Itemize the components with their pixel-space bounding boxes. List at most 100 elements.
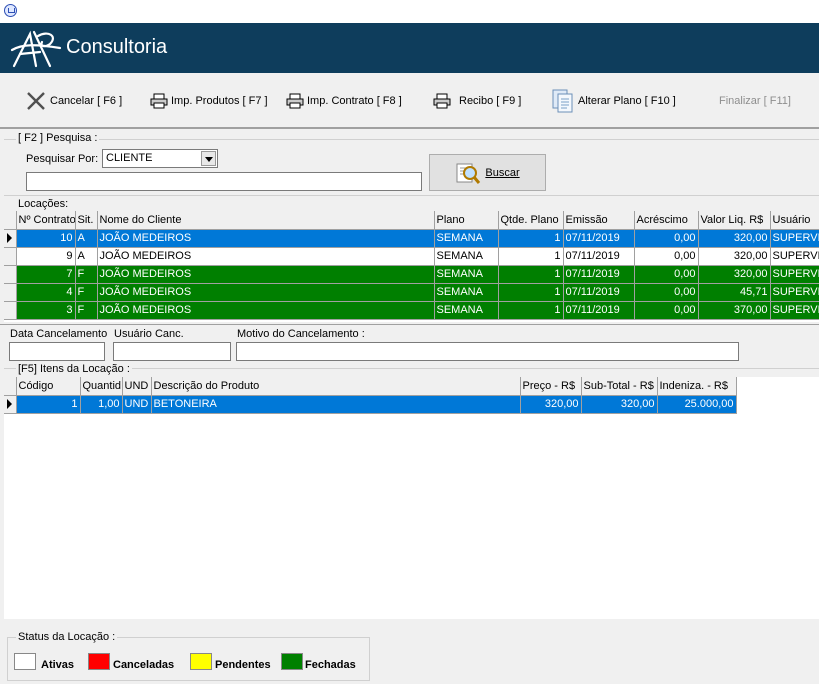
cell-sit[interactable]: A [75,247,98,266]
row-indicator[interactable] [4,229,17,248]
search-input[interactable] [26,172,422,191]
cell-valor[interactable]: 320,00 [698,247,771,266]
col-header-plano[interactable]: Plano [434,211,499,230]
table-row[interactable]: 1 1,00 UND BETONEIRA 320,00 320,00 25.00… [4,395,737,414]
cell-cliente[interactable]: JOÃO MEDEIROS [97,283,435,302]
cell-usuario[interactable]: SUPERVI [770,301,819,320]
col-header-codigo[interactable]: Código [16,377,81,396]
col-header-subtotal[interactable]: Sub-Total - R$ [581,377,658,396]
row-indicator[interactable] [4,265,17,284]
row-indicator[interactable] [4,395,17,414]
cancel-reason-field[interactable] [236,342,739,361]
cell-codigo[interactable]: 1 [16,395,81,414]
cell-cliente[interactable]: JOÃO MEDEIROS [97,247,435,266]
cell-qtde[interactable]: 1 [498,247,564,266]
cell-usuario[interactable]: SUPERVI [770,247,819,266]
cell-qtde[interactable]: 1 [498,301,564,320]
cell-usuario[interactable]: SUPERVI [770,229,819,248]
print-contract-button[interactable]: Imp. Contrato [ F8 ] [286,89,402,113]
cell-und[interactable]: UND [122,395,152,414]
col-header-descricao[interactable]: Descrição do Produto [151,377,521,396]
row-indicator[interactable] [4,283,17,302]
cell-usuario[interactable]: SUPERVI [770,283,819,302]
col-header-quantidade[interactable]: Quantid [80,377,123,396]
cell-sit[interactable]: A [75,229,98,248]
cell-valor[interactable]: 320,00 [698,229,771,248]
cell-valor[interactable]: 370,00 [698,301,771,320]
cell-descricao[interactable]: BETONEIRA [151,395,521,414]
col-header-und[interactable]: UND [122,377,152,396]
cancel-user-field[interactable] [113,342,231,361]
chevron-down-icon[interactable] [201,151,216,166]
cell-usuario[interactable]: SUPERVI [770,265,819,284]
cancel-date-field[interactable] [9,342,105,361]
cell-cliente[interactable]: JOÃO MEDEIROS [97,229,435,248]
col-header-cliente[interactable]: Nome do Cliente [97,211,435,230]
cell-acrescimo[interactable]: 0,00 [634,283,699,302]
cell-cliente[interactable]: JOÃO MEDEIROS [97,265,435,284]
cell-plano[interactable]: SEMANA [434,229,499,248]
col-header-usuario[interactable]: Usuário [770,211,819,230]
search-by-value: CLIENTE [106,152,153,164]
search-group-label: [ F2 ] Pesquisa : [16,132,100,144]
cancel-button[interactable]: Cancelar [ F6 ] [25,89,122,113]
table-row[interactable]: 7 F JOÃO MEDEIROS SEMANA 1 07/11/2019 0,… [4,265,819,284]
cell-contrato[interactable]: 4 [16,283,76,302]
finalize-button[interactable]: Finalizar [ F11] [719,89,791,113]
col-header-valor-liq[interactable]: Valor Liq. R$ [698,211,771,230]
cell-acrescimo[interactable]: 0,00 [634,301,699,320]
table-row[interactable]: 10 A JOÃO MEDEIROS SEMANA 1 07/11/2019 0… [4,229,819,248]
col-header-sit[interactable]: Sit. [75,211,98,230]
itens-grid[interactable]: Código Quantid UND Descrição do Produto … [4,377,819,619]
cell-sit[interactable]: F [75,265,98,284]
col-header-preco[interactable]: Preço - R$ [520,377,582,396]
cell-emissao[interactable]: 07/11/2019 [563,265,635,284]
col-header-acrescimo[interactable]: Acréscimo [634,211,699,230]
cell-contrato[interactable]: 3 [16,301,76,320]
cell-sit[interactable]: F [75,283,98,302]
row-indicator[interactable] [4,301,17,320]
cell-contrato[interactable]: 7 [16,265,76,284]
locacoes-grid[interactable]: Nº Contrato Sit. Nome do Cliente Plano Q… [4,211,819,322]
divider [4,139,819,140]
col-header-indenizacao[interactable]: Indeniza. - R$ [657,377,737,396]
cell-sit[interactable]: F [75,301,98,320]
cell-plano[interactable]: SEMANA [434,283,499,302]
row-indicator[interactable] [4,247,17,266]
search-by-select[interactable]: CLIENTE [102,149,218,168]
cell-plano[interactable]: SEMANA [434,265,499,284]
table-row[interactable]: 9 A JOÃO MEDEIROS SEMANA 1 07/11/2019 0,… [4,247,819,266]
cell-acrescimo[interactable]: 0,00 [634,265,699,284]
cell-plano[interactable]: SEMANA [434,301,499,320]
col-header-emissao[interactable]: Emissão [563,211,635,230]
table-row[interactable]: 4 F JOÃO MEDEIROS SEMANA 1 07/11/2019 0,… [4,283,819,302]
receipt-button[interactable]: Recibo [ F9 ] [432,89,521,113]
cell-valor[interactable]: 320,00 [698,265,771,284]
cell-emissao[interactable]: 07/11/2019 [563,247,635,266]
cell-qtde[interactable]: 1 [498,229,564,248]
cell-indenizacao[interactable]: 25.000,00 [657,395,737,414]
change-plan-button[interactable]: Alterar Plano [ F10 ] [551,89,676,113]
cell-emissao[interactable]: 07/11/2019 [563,301,635,320]
cell-contrato[interactable]: 9 [16,247,76,266]
col-header-qtde-plano[interactable]: Qtde. Plano [498,211,564,230]
grid-corner [4,211,17,230]
cell-emissao[interactable]: 07/11/2019 [563,229,635,248]
cell-acrescimo[interactable]: 0,00 [634,229,699,248]
grid-corner [4,377,17,396]
cell-subtotal[interactable]: 320,00 [581,395,658,414]
cell-cliente[interactable]: JOÃO MEDEIROS [97,301,435,320]
search-button[interactable]: Buscar [429,154,546,191]
table-row[interactable]: 3 F JOÃO MEDEIROS SEMANA 1 07/11/2019 0,… [4,301,819,320]
cell-emissao[interactable]: 07/11/2019 [563,283,635,302]
print-products-button[interactable]: Imp. Produtos [ F7 ] [150,89,268,113]
col-header-contrato[interactable]: Nº Contrato [16,211,76,230]
cell-qtde[interactable]: 1 [498,283,564,302]
cell-valor[interactable]: 45,71 [698,283,771,302]
cell-qtde[interactable]: 1 [498,265,564,284]
cell-quantidade[interactable]: 1,00 [80,395,123,414]
cell-acrescimo[interactable]: 0,00 [634,247,699,266]
cell-preco[interactable]: 320,00 [520,395,582,414]
cell-plano[interactable]: SEMANA [434,247,499,266]
cell-contrato[interactable]: 10 [16,229,76,248]
